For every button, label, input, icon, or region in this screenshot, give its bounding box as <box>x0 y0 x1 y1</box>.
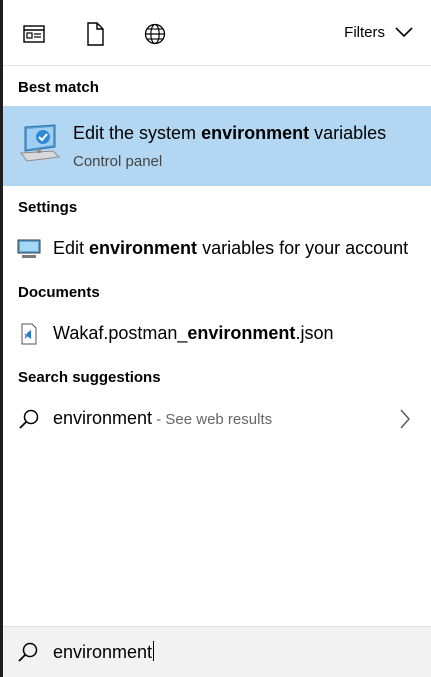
best-match-result[interactable]: Edit the system environment variables Co… <box>3 106 431 186</box>
web-suggestion-label: environment - See web results <box>53 408 273 428</box>
web-icon[interactable] <box>142 21 168 47</box>
filters-dropdown[interactable]: Filters <box>344 24 413 41</box>
monitor-icon <box>17 237 41 261</box>
best-match-header: Best match <box>18 79 99 96</box>
search-input[interactable]: environment <box>53 641 155 663</box>
search-box[interactable]: environment <box>3 626 431 677</box>
search-icon <box>17 641 39 668</box>
filter-toolbar: Filters <box>3 0 431 66</box>
search-panel: Filters Best match Edit the system envir… <box>0 0 431 677</box>
settings-result-label: Edit environment variables for your acco… <box>53 238 409 258</box>
document-result[interactable]: Wakaf.postman_environment.json <box>3 316 431 352</box>
document-result-label: Wakaf.postman_environment.json <box>53 323 334 343</box>
web-suggestion[interactable]: environment - See web results <box>3 401 431 437</box>
best-match-subtitle: Control panel <box>73 153 163 170</box>
apps-icon[interactable] <box>21 21 47 47</box>
chevron-down-icon <box>395 27 413 38</box>
chevron-right-icon[interactable] <box>399 409 411 434</box>
system-properties-icon <box>17 123 61 170</box>
vscode-file-icon <box>17 322 41 346</box>
search-suggestions-header: Search suggestions <box>18 369 161 386</box>
documents-header: Documents <box>18 284 100 301</box>
settings-header: Settings <box>18 199 78 216</box>
settings-result[interactable]: Edit environment variables for your acco… <box>3 231 431 267</box>
document-icon[interactable] <box>82 21 108 47</box>
filters-label: Filters <box>344 24 385 41</box>
search-icon <box>17 407 41 431</box>
best-match-title: Edit the system environment variables <box>73 123 387 143</box>
text-caret <box>153 641 155 661</box>
